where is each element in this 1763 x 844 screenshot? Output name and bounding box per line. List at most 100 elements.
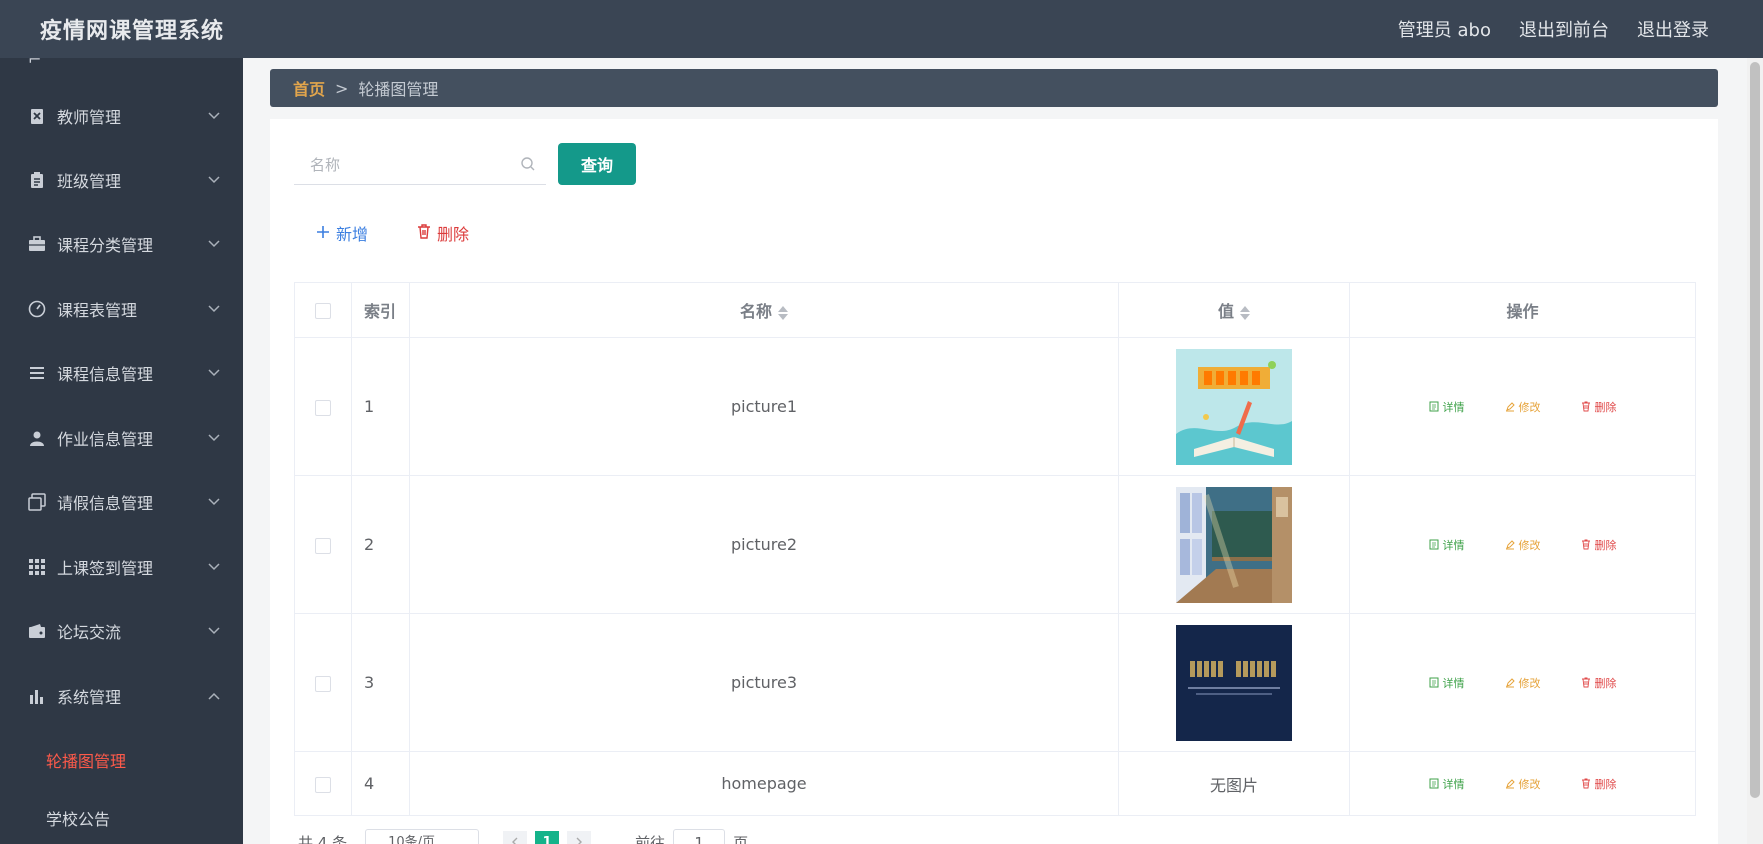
pagination: 共 4 条 10条/页 1 前往 1 页: [298, 829, 748, 844]
detail-button[interactable]: 详情: [1429, 399, 1465, 415]
row-ops: 详情 修改 删除: [1349, 751, 1696, 816]
edit-button[interactable]: 修改: [1505, 537, 1541, 553]
banner-image-navy: [1176, 624, 1292, 741]
logout-link[interactable]: 退出登录: [1637, 16, 1709, 42]
next-page-button[interactable]: [567, 831, 592, 844]
sidebar-item-teacher[interactable]: 教师管理: [0, 90, 243, 142]
gauge-icon: [28, 300, 46, 318]
sidebar-item-label: 班级管理: [57, 172, 122, 191]
pencil-icon: [1505, 402, 1515, 412]
search-input[interactable]: [294, 155, 514, 174]
search-field: [294, 145, 546, 185]
chevron-up-icon: [207, 689, 221, 703]
header-index: 索引: [351, 282, 410, 338]
app-title: 疫情网课管理系统: [40, 19, 225, 44]
grid-icon: [28, 558, 46, 576]
edit-label: 修改: [1518, 676, 1541, 690]
table-row: 1 picture1 详情 修改 删除: [294, 337, 1696, 476]
page-number-current[interactable]: 1: [535, 831, 560, 844]
sidebar-item-course-info[interactable]: 课程信息管理: [0, 347, 243, 399]
sort-icon[interactable]: [778, 305, 788, 321]
sidebar-item-label: 课程分类管理: [57, 236, 154, 255]
prev-page-button[interactable]: [503, 831, 528, 844]
select-all-checkbox[interactable]: [315, 303, 331, 319]
goto-page-input[interactable]: 1: [673, 829, 726, 844]
remove-label: 删除: [1594, 400, 1617, 414]
page-scrollbar[interactable]: [1747, 58, 1763, 844]
bar-chart-icon: [28, 687, 46, 705]
edit-button[interactable]: 修改: [1505, 776, 1541, 792]
remove-button[interactable]: 删除: [1581, 399, 1617, 415]
edit-label: 修改: [1518, 400, 1541, 414]
row-checkbox[interactable]: [315, 776, 331, 793]
sidebar-subitem-notice[interactable]: 学校公告: [46, 806, 110, 830]
detail-button[interactable]: 详情: [1429, 776, 1465, 792]
remove-button[interactable]: 删除: [1581, 776, 1617, 792]
to-front-link[interactable]: 退出到前台: [1519, 16, 1609, 42]
detail-button[interactable]: 详情: [1429, 675, 1465, 691]
copy-icon: [28, 493, 46, 511]
user-icon: [28, 429, 46, 447]
row-name: picture3: [409, 613, 1119, 752]
row-value: [1118, 337, 1350, 476]
scrollbar-thumb[interactable]: [1750, 62, 1760, 798]
chevron-down-icon: [207, 173, 221, 187]
row-select-cell: [294, 751, 352, 816]
sidebar-item-class[interactable]: 班级管理: [0, 154, 243, 206]
trash-icon: [1581, 401, 1590, 412]
remove-label: 删除: [1594, 538, 1617, 552]
batch-delete-button[interactable]: 删除: [417, 221, 469, 245]
header-name[interactable]: 名称: [409, 282, 1119, 338]
sidebar-subitem-banner[interactable]: 轮播图管理: [46, 748, 126, 772]
chevron-down-icon: [207, 366, 221, 380]
document-icon: [1429, 677, 1438, 688]
sort-icon[interactable]: [1240, 305, 1250, 321]
row-name: picture2: [409, 475, 1119, 614]
sidebar-item-system[interactable]: 系统管理: [0, 670, 243, 722]
detail-label: 详情: [1442, 676, 1465, 690]
breadcrumb-home[interactable]: 首页: [293, 76, 325, 100]
search-icon: [520, 156, 536, 176]
sidebar-item-label: 作业信息管理: [57, 430, 154, 449]
row-ops: 详情 修改 删除: [1349, 337, 1696, 476]
top-header: 疫情网课管理系统 管理员 abo 退出到前台 退出登录: [0, 0, 1763, 58]
sidebar-item-label: 上课签到管理: [57, 559, 154, 578]
row-name: homepage: [409, 751, 1119, 816]
row-checkbox[interactable]: [315, 675, 331, 692]
goto-suffix: 页: [733, 833, 749, 844]
trash-icon: [417, 223, 431, 243]
edit-button[interactable]: 修改: [1505, 399, 1541, 415]
chevron-down-icon: [207, 495, 221, 509]
table-row: 2 picture2 详情 修改 删除: [294, 475, 1696, 614]
remove-button[interactable]: 删除: [1581, 675, 1617, 691]
remove-button[interactable]: 删除: [1581, 537, 1617, 553]
sidebar-item-label: 课程表管理: [57, 301, 138, 320]
teacher-icon: [28, 107, 46, 125]
page-size-select[interactable]: 10条/页: [365, 829, 480, 844]
chevron-right-icon: [576, 837, 583, 844]
detail-button[interactable]: 详情: [1429, 537, 1465, 553]
header-value[interactable]: 值: [1118, 282, 1350, 338]
chevron-down-icon: [207, 624, 221, 638]
sidebar-item-timetable[interactable]: 课程表管理: [0, 283, 243, 335]
edit-button[interactable]: 修改: [1505, 675, 1541, 691]
clipboard-icon: [28, 171, 46, 189]
sidebar-item-leave[interactable]: 请假信息管理: [0, 476, 243, 528]
header-value-label: 值: [1217, 302, 1234, 321]
sidebar-item-checkin[interactable]: 上课签到管理: [0, 541, 243, 593]
add-button[interactable]: 新增: [316, 221, 368, 245]
sidebar-item-homework[interactable]: 作业信息管理: [0, 412, 243, 464]
sidebar-item-forum[interactable]: 论坛交流: [0, 605, 243, 657]
sidebar-item-label: 课程信息管理: [57, 365, 154, 384]
detail-label: 详情: [1442, 400, 1465, 414]
briefcase-icon: [28, 235, 46, 253]
trash-icon: [1581, 677, 1590, 688]
table-row: 3 picture3 详情 修改 删除: [294, 613, 1696, 752]
sidebar-item-course-category[interactable]: 课程分类管理: [0, 218, 243, 270]
pencil-icon: [1505, 779, 1515, 789]
row-checkbox[interactable]: [315, 537, 331, 554]
query-button[interactable]: 查询: [558, 143, 636, 185]
row-checkbox[interactable]: [315, 399, 331, 416]
document-icon: [1429, 401, 1438, 412]
header-actions: 管理员 abo 退出到前台 退出登录: [1398, 16, 1709, 42]
